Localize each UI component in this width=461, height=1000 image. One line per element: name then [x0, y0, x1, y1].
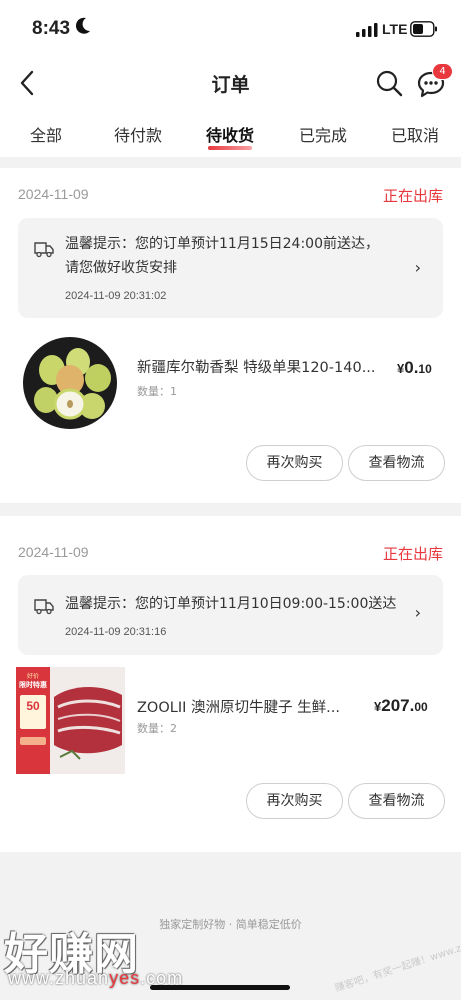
coupon-box: 50: [20, 695, 46, 729]
rebuy-button[interactable]: 再次购买: [246, 445, 343, 481]
nav-bar: 订单 4: [0, 60, 461, 106]
product-price: ¥207.00: [374, 696, 428, 715]
view-logistics-button[interactable]: 查看物流: [348, 783, 445, 819]
promo-badge-title: 限时特惠: [19, 681, 47, 689]
moon-icon: [75, 17, 90, 34]
order-date: 2024-11-09: [18, 186, 89, 202]
product-quantity: 数量：2: [137, 722, 177, 735]
notice-line-1: 温馨提示：您的订单预计11月15日24:00前送达，: [65, 236, 379, 252]
chevron-right-icon: ›: [414, 258, 421, 277]
order-status: 正在出库: [382, 545, 443, 563]
order-card: 2024-11-09 正在出库 温馨提示：您的订单预计11月15日24:00前送…: [0, 168, 461, 503]
promo-badge-top: 好价: [26, 673, 39, 680]
product-image[interactable]: 好价 限时特惠 50: [16, 667, 125, 774]
pear-plate-image: [23, 337, 117, 429]
signal-icon: [356, 23, 378, 37]
status-time: 8:43: [32, 18, 71, 39]
notice-text: 温馨提示：您的订单预计11月15日24:00前送达， 请您做好收货安排: [65, 232, 385, 280]
tab-all[interactable]: 全部: [30, 122, 62, 146]
view-logistics-button[interactable]: 查看物流: [348, 445, 445, 481]
home-indicator[interactable]: [150, 985, 290, 990]
product-price: ¥0.10: [397, 358, 432, 377]
status-bar: 8:43 LTE: [0, 0, 461, 58]
product-name[interactable]: 新疆库尔勒香梨 特级单果120-140...: [137, 356, 376, 377]
header-area: 8:43 LTE 订单 4 全部 待付款 待收货 已完成 已取消: [0, 0, 461, 157]
delivery-notice[interactable]: 温馨提示：您的订单预计11月10日09:00-15:00送达 2024-11-0…: [18, 575, 443, 655]
search-icon[interactable]: [374, 68, 404, 98]
battery-icon: [410, 21, 437, 37]
notice-timestamp: 2024-11-09 20:31:16: [65, 626, 167, 638]
network-type: LTE: [382, 21, 408, 37]
chevron-right-icon: ›: [414, 603, 421, 622]
tab-bar: 全部 待付款 待收货 已完成 已取消: [0, 116, 461, 156]
active-tab-indicator: [208, 146, 252, 150]
notice-line-2: 请您做好收货安排: [65, 260, 177, 276]
product-quantity: 数量：1: [137, 385, 177, 398]
coupon-amount: 50: [26, 699, 40, 713]
beef-image: [50, 667, 125, 774]
product-name[interactable]: ZOOLII 澳洲原切牛腱子 生鲜...: [137, 696, 340, 717]
order-status: 正在出库: [382, 187, 443, 205]
product-image[interactable]: [22, 336, 118, 430]
message-badge: 4: [432, 63, 453, 80]
truck-icon: [34, 599, 54, 615]
promo-bar: [20, 737, 46, 745]
order-card: 2024-11-09 正在出库 温馨提示：您的订单预计11月10日09:00-1…: [0, 516, 461, 852]
tab-completed[interactable]: 已完成: [299, 122, 347, 146]
truck-icon: [34, 242, 54, 258]
delivery-notice[interactable]: 温馨提示：您的订单预计11月15日24:00前送达， 请您做好收货安排 2024…: [18, 218, 443, 318]
rebuy-button[interactable]: 再次购买: [246, 783, 343, 819]
tab-pending-payment[interactable]: 待付款: [114, 122, 162, 146]
notice-timestamp: 2024-11-09 20:31:02: [65, 290, 167, 302]
tab-cancelled[interactable]: 已取消: [391, 122, 439, 146]
notice-line-1: 温馨提示：您的订单预计11月10日09:00-15:00送达: [65, 596, 397, 612]
tab-pending-receipt[interactable]: 待收货: [206, 122, 254, 146]
order-date: 2024-11-09: [18, 544, 89, 560]
notice-text: 温馨提示：您的订单预计11月10日09:00-15:00送达: [65, 592, 405, 616]
promo-strip: 好价 限时特惠 50: [16, 667, 50, 774]
